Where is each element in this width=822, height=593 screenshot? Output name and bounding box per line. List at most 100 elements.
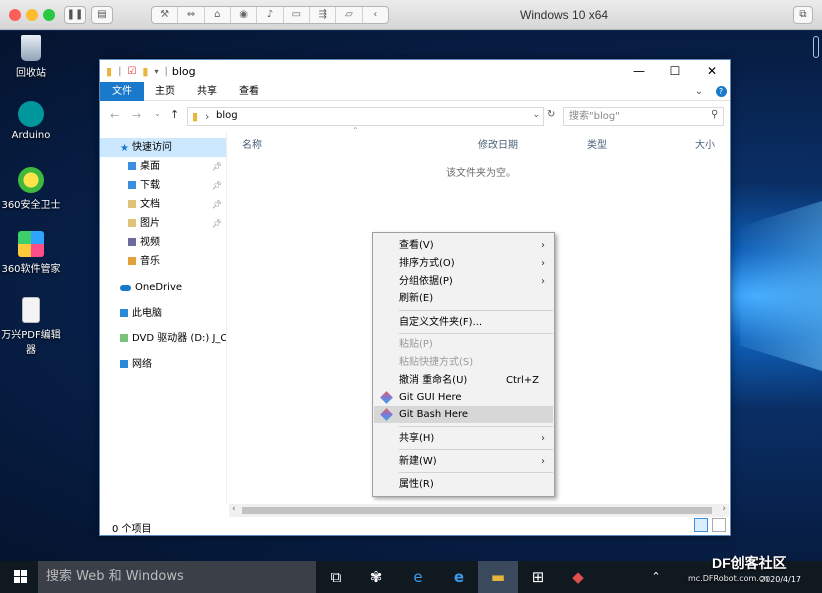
- share-icon[interactable]: ▱: [336, 7, 363, 23]
- resize-icon[interactable]: ⇔: [178, 7, 205, 23]
- start-button[interactable]: [0, 561, 40, 593]
- menu-separator: [399, 449, 553, 450]
- watermark-brand: DF创客社区: [712, 555, 787, 571]
- fullscreen-icon[interactable]: ⧉: [793, 6, 813, 24]
- task-view-icon[interactable]: ⧉: [316, 561, 356, 593]
- fan-app-icon[interactable]: ✾: [356, 561, 396, 593]
- maximize-button[interactable]: ☐: [657, 60, 693, 82]
- dvd-drive-icon: [120, 334, 128, 342]
- refresh-icon[interactable]: ↻: [547, 109, 555, 120]
- sidebar-item-pictures[interactable]: 图片 📌︎: [100, 214, 226, 233]
- audio-icon[interactable]: ♪: [257, 7, 284, 23]
- menu-item-sort-by[interactable]: 排序方式(O) ›: [374, 255, 553, 272]
- column-header-size[interactable]: 大小: [695, 136, 715, 151]
- sidebar-item-network[interactable]: 网络: [100, 355, 226, 374]
- quick-access-dropdown-icon[interactable]: ▾: [154, 67, 158, 76]
- cloud-icon: [120, 285, 131, 291]
- chevron-down-icon[interactable]: ⌄: [532, 110, 540, 120]
- download-icon: [128, 181, 136, 189]
- git-gui-taskbar-icon[interactable]: ◆: [558, 561, 598, 593]
- column-header-type[interactable]: 类型: [587, 136, 607, 151]
- store-icon[interactable]: ⊞: [518, 561, 558, 593]
- camera-icon[interactable]: ◉: [231, 7, 258, 23]
- search-icon: ⚲: [711, 109, 719, 120]
- scroll-thumb[interactable]: [242, 507, 712, 514]
- scroll-right-icon[interactable]: ›: [722, 504, 726, 514]
- menu-item-group-by[interactable]: 分组依据(P) ›: [374, 273, 553, 290]
- disk-icon[interactable]: ⌂: [205, 7, 231, 23]
- usb-icon[interactable]: ⇶: [310, 7, 337, 23]
- tab-home[interactable]: 主页: [150, 82, 180, 101]
- sidebar-item-onedrive[interactable]: OneDrive: [100, 278, 226, 297]
- pin-icon[interactable]: 📌︎: [212, 195, 222, 214]
- menu-item-git-gui[interactable]: Git GUI Here: [374, 389, 553, 406]
- menu-item-properties[interactable]: 属性(R): [374, 476, 553, 493]
- zoom-icon[interactable]: [43, 9, 55, 21]
- scroll-left-icon[interactable]: ‹: [232, 504, 236, 514]
- wrench-icon[interactable]: ⚒: [152, 7, 179, 23]
- column-header-name[interactable]: 名称: [242, 136, 262, 151]
- sidebar-item-this-pc[interactable]: 此电脑: [100, 304, 226, 323]
- forward-icon[interactable]: →: [132, 109, 141, 122]
- desktop-icon-arduino[interactable]: Arduino: [0, 101, 62, 141]
- tab-view[interactable]: 查看: [234, 82, 264, 101]
- menu-item-customize-folder[interactable]: 自定义文件夹(F)...: [374, 314, 553, 331]
- address-bar[interactable]: ▮ › blog ⌄: [187, 107, 544, 126]
- menu-item-new[interactable]: 新建(W) ›: [374, 453, 553, 470]
- tab-share[interactable]: 共享: [192, 82, 222, 101]
- ribbon-expand-icon[interactable]: ⌄: [692, 82, 706, 101]
- back-icon[interactable]: ←: [110, 109, 119, 122]
- sidebar-item-downloads[interactable]: 下载 📌︎: [100, 176, 226, 195]
- chevron-down-icon[interactable]: ‹: [363, 7, 388, 23]
- scroll-indicator: [813, 36, 819, 58]
- recent-chevron-icon[interactable]: ⌄: [154, 109, 161, 118]
- desktop-icon-360-safe[interactable]: 360安全卫士: [0, 167, 62, 211]
- help-icon[interactable]: ?: [714, 82, 728, 101]
- menu-item-git-bash[interactable]: Git Bash Here: [374, 406, 553, 423]
- computer-icon: [120, 309, 128, 317]
- ie-icon[interactable]: e: [398, 561, 438, 593]
- column-header-date[interactable]: 修改日期: [478, 136, 518, 151]
- tab-file[interactable]: 文件: [100, 82, 144, 101]
- pause-icon[interactable]: ❚❚: [64, 6, 86, 24]
- minimize-icon[interactable]: [26, 9, 38, 21]
- large-icons-view-icon[interactable]: [712, 518, 726, 532]
- folder-icon: ▮: [192, 110, 199, 123]
- desktop-icon-pdf[interactable]: 万兴PDF编辑器: [0, 297, 62, 356]
- sidebar-item-quick-access[interactable]: ★ 快速访问: [100, 138, 226, 157]
- menu-item-share[interactable]: 共享(H) ›: [374, 430, 553, 447]
- desktop-icon-label: 360软件管家: [1, 264, 61, 275]
- up-icon[interactable]: ↑: [170, 108, 179, 121]
- edge-icon[interactable]: e: [439, 561, 479, 593]
- taskbar-search-input[interactable]: 搜索 Web 和 Windows: [38, 561, 316, 593]
- sidebar-item-desktop[interactable]: 桌面 📌︎: [100, 157, 226, 176]
- chevron-right-icon: ›: [541, 276, 545, 287]
- menu-item-undo-rename[interactable]: 撤消 重命名(U) Ctrl+Z: [374, 372, 553, 389]
- properties-icon[interactable]: ☑: [127, 66, 136, 77]
- file-explorer-icon[interactable]: ▬: [478, 561, 518, 593]
- desktop-icon-360-software[interactable]: 360软件管家: [0, 231, 62, 275]
- sidebar-item-dvd-drive[interactable]: DVD 驱动器 (D:) J_CC: [100, 329, 226, 348]
- menu-item-view[interactable]: 查看(V) ›: [374, 237, 553, 254]
- details-view-icon[interactable]: [694, 518, 708, 532]
- horizontal-scrollbar[interactable]: ‹ ›: [229, 504, 729, 517]
- sidebar-item-documents[interactable]: 文档 📌︎: [100, 195, 226, 214]
- search-input[interactable]: 搜索"blog": [563, 107, 724, 126]
- desktop-icon-recycle-bin[interactable]: 回收站: [0, 35, 62, 79]
- tray-chevron-icon[interactable]: ⌃: [646, 561, 666, 593]
- close-icon[interactable]: [9, 9, 21, 21]
- pin-icon[interactable]: 📌︎: [212, 214, 222, 233]
- sidebar-item-videos[interactable]: 视频: [100, 233, 226, 252]
- pin-icon[interactable]: 📌︎: [212, 157, 222, 176]
- menu-item-refresh[interactable]: 刷新(E): [374, 290, 553, 307]
- new-folder-icon[interactable]: ▮: [142, 65, 148, 78]
- pin-icon[interactable]: 📌︎: [212, 176, 222, 195]
- sidebar-item-music[interactable]: 音乐: [100, 252, 226, 271]
- video-icon[interactable]: ▭: [284, 7, 310, 23]
- context-menu: 查看(V) › 排序方式(O) › 分组依据(P) › 刷新(E) 自定义文件夹(F)…: [372, 232, 555, 497]
- settings-icon[interactable]: ▤: [91, 6, 113, 24]
- address-text: blog: [216, 110, 238, 121]
- minimize-button[interactable]: —: [621, 60, 657, 82]
- close-button[interactable]: ✕: [694, 60, 730, 82]
- shield-icon: [18, 167, 44, 193]
